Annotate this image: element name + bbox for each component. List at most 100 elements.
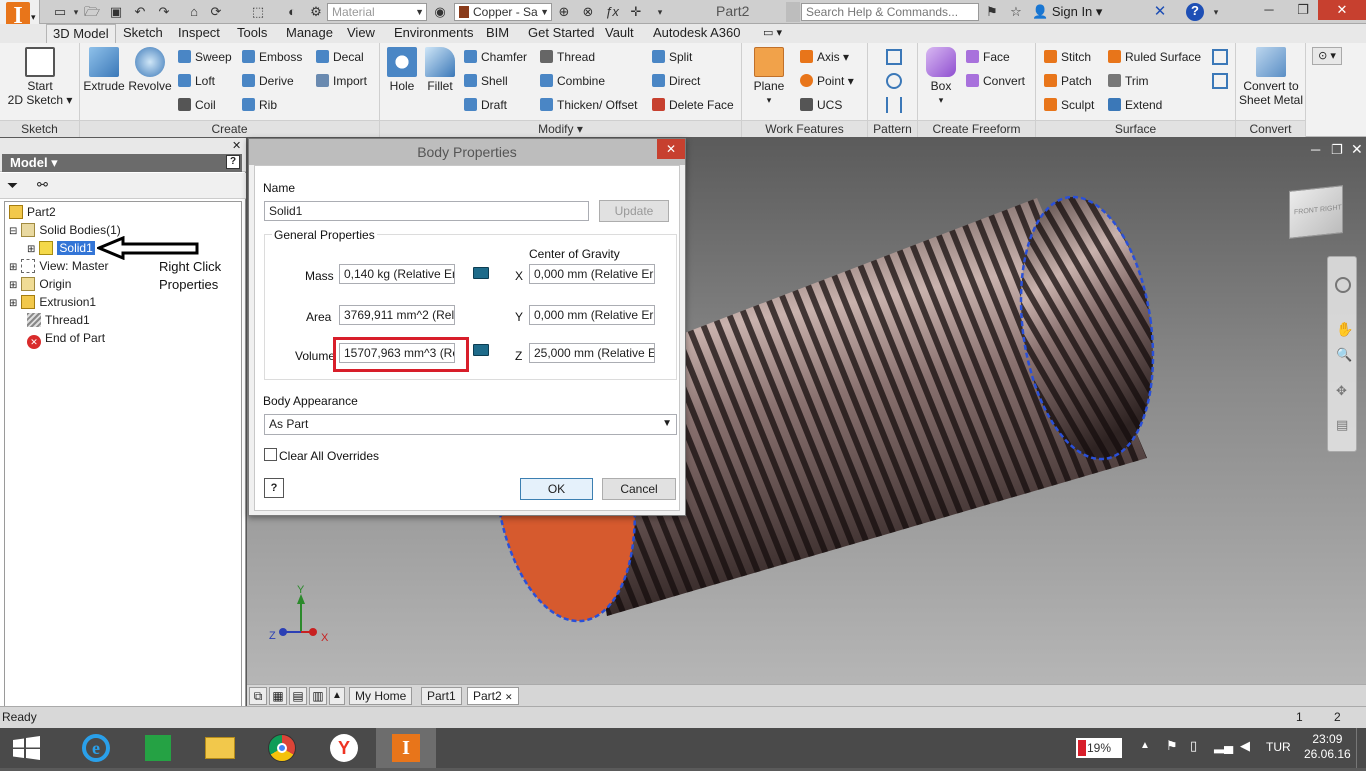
select-icon[interactable]: ⬚: [250, 4, 266, 20]
rib-button[interactable]: Rib: [242, 98, 277, 112]
doc-tab-part2[interactable]: Part2 ✕: [467, 687, 519, 705]
cog-x-field[interactable]: 0,000 mm (Relative Error: [529, 264, 655, 284]
volume-field[interactable]: 15707,963 mm^3 (Rel: [339, 343, 455, 363]
ribbon-overflow-button[interactable]: ⊙ ▾: [1312, 47, 1342, 65]
favorites-star-icon[interactable]: ☆: [1008, 4, 1024, 20]
patch-button[interactable]: Patch: [1044, 74, 1092, 88]
find-binoculars-icon[interactable]: ⚯: [37, 177, 48, 193]
face-button[interactable]: Face: [966, 50, 1010, 64]
repair-bodies-icon[interactable]: [1212, 73, 1228, 89]
appearance-ball-icon[interactable]: ◉: [432, 4, 448, 20]
doc-tab-part1[interactable]: Part1: [421, 687, 462, 705]
name-field[interactable]: Solid1: [264, 201, 589, 221]
decal-button[interactable]: Decal: [316, 50, 364, 64]
close-panel-icon[interactable]: ✕: [232, 139, 241, 152]
volume-icon[interactable]: ◀: [1240, 738, 1250, 754]
ucs-button[interactable]: UCS: [800, 98, 842, 112]
area-field[interactable]: 3769,911 mm^2 (Rela: [339, 305, 455, 325]
ilogic-icon[interactable]: ✛: [628, 4, 644, 20]
mass-calculator-icon[interactable]: [473, 267, 489, 279]
tab-autodesk-a360[interactable]: Autodesk A360: [647, 24, 746, 43]
tab-view[interactable]: View: [341, 24, 381, 43]
tree-item-thread1[interactable]: Thread1: [27, 312, 90, 328]
mirror-icon[interactable]: [886, 97, 902, 113]
tab-tools[interactable]: Tools: [231, 24, 273, 43]
thread-button[interactable]: Thread: [540, 50, 595, 64]
customize-dropdown-icon[interactable]: ▾: [652, 4, 668, 20]
draft-button[interactable]: Draft: [464, 98, 507, 112]
cancel-button[interactable]: Cancel: [602, 478, 676, 500]
appearance-combo[interactable]: Copper - Sa ▼: [454, 3, 552, 21]
restore-button[interactable]: ❐: [1288, 0, 1318, 20]
hole-button[interactable]: Hole: [384, 43, 420, 93]
power-icon[interactable]: ▯: [1190, 738, 1197, 754]
emboss-button[interactable]: Emboss: [242, 50, 302, 64]
cog-z-field[interactable]: 25,000 mm (Relative Err: [529, 343, 655, 363]
mass-field[interactable]: 0,140 kg (Relative Erro: [339, 264, 455, 284]
search-input[interactable]: Search Help & Commands...: [801, 3, 979, 21]
chamfer-button[interactable]: Chamfer: [464, 50, 527, 64]
ribbon-options-icon[interactable]: ▭ ▾: [763, 26, 782, 39]
help-dropdown-icon[interactable]: ▾: [1208, 4, 1224, 20]
shell-button[interactable]: Shell: [464, 74, 508, 88]
sign-in-button[interactable]: 👤 Sign In ▾: [1032, 4, 1102, 20]
expand-icon[interactable]: ⊞: [9, 262, 17, 273]
stitch-button[interactable]: Stitch: [1044, 50, 1091, 64]
tray-overflow-icon[interactable]: ▲: [1140, 740, 1150, 751]
adjust-appearance-icon[interactable]: ⊕: [556, 4, 572, 20]
thicken-offset-button[interactable]: Thicken/ Offset: [540, 98, 637, 112]
tree-item-end-of-part[interactable]: ✕ End of Part: [27, 330, 105, 349]
trim-button[interactable]: Trim: [1108, 74, 1149, 88]
split-button[interactable]: Split: [652, 50, 692, 64]
filter-icon[interactable]: ⏷: [7, 177, 18, 194]
tile-icon[interactable]: ▦: [269, 687, 287, 705]
search-arrow-icon[interactable]: [786, 2, 800, 22]
volume-calculator-icon[interactable]: [473, 344, 489, 356]
rectangular-pattern-icon[interactable]: [886, 49, 902, 65]
delete-face-button[interactable]: Delete Face: [652, 98, 734, 112]
tab-get-started[interactable]: Get Started: [522, 24, 600, 43]
box-button[interactable]: Box ▾: [922, 43, 960, 107]
plane-button[interactable]: Plane ▾: [748, 43, 790, 107]
import-button[interactable]: Import: [316, 74, 367, 88]
tab-bim[interactable]: BIM: [480, 24, 515, 43]
start-button[interactable]: [0, 728, 60, 768]
orbit-icon[interactable]: ✥: [1336, 383, 1347, 399]
exchange-apps-icon[interactable]: ✕: [1152, 4, 1168, 20]
browser-help-icon[interactable]: ?: [226, 155, 240, 169]
replace-face-icon[interactable]: [1212, 49, 1228, 65]
show-desktop-button[interactable]: [1356, 728, 1366, 768]
cascade-icon[interactable]: ⧉: [249, 687, 267, 705]
body-appearance-select[interactable]: As Part ▼: [264, 414, 677, 435]
model-panel-title[interactable]: Model ▾: [2, 154, 242, 172]
point-button[interactable]: Point ▾: [800, 74, 854, 88]
expand-icon[interactable]: ⊞: [9, 298, 17, 309]
help-icon[interactable]: ?: [1186, 3, 1204, 21]
update-icon[interactable]: ⟳: [208, 4, 224, 20]
fillet-button[interactable]: Fillet: [422, 43, 458, 93]
measure-icon[interactable]: ⚙: [308, 4, 324, 20]
direct-button[interactable]: Direct: [652, 74, 700, 88]
doc-tab-my-home[interactable]: My Home: [349, 687, 413, 705]
freeform-convert-button[interactable]: Convert: [966, 74, 1025, 88]
undo-icon[interactable]: ↶: [132, 4, 148, 20]
look-at-icon[interactable]: ▤: [1336, 417, 1348, 433]
cog-y-field[interactable]: 0,000 mm (Relative Erro: [529, 305, 655, 325]
start-2d-sketch-button[interactable]: Start 2D Sketch ▾: [4, 43, 76, 107]
circular-pattern-icon[interactable]: [886, 73, 902, 89]
tree-item-view-master[interactable]: ⊞ View: Master: [9, 258, 109, 276]
dialog-close-button[interactable]: ✕: [657, 139, 685, 159]
extrude-button[interactable]: Extrude: [82, 43, 126, 93]
minimize-button[interactable]: ─: [1254, 0, 1284, 20]
home-icon[interactable]: ⌂: [186, 4, 202, 20]
revolve-button[interactable]: Revolve: [126, 43, 174, 93]
redo-icon[interactable]: ↷: [156, 4, 172, 20]
collapse-icon[interactable]: ⊟: [9, 226, 17, 237]
dialog-help-icon[interactable]: ?: [264, 478, 284, 498]
clear-overrides-checkbox[interactable]: [264, 448, 277, 461]
tree-item-origin[interactable]: ⊞ Origin: [9, 276, 71, 294]
tree-item-extrusion1[interactable]: ⊞ Extrusion1: [9, 294, 96, 312]
expand-icon[interactable]: ⊞: [9, 280, 17, 291]
tree-item-solid1[interactable]: ⊞ Solid1: [27, 240, 95, 258]
viewport-close-icon[interactable]: ✕: [1351, 141, 1363, 158]
